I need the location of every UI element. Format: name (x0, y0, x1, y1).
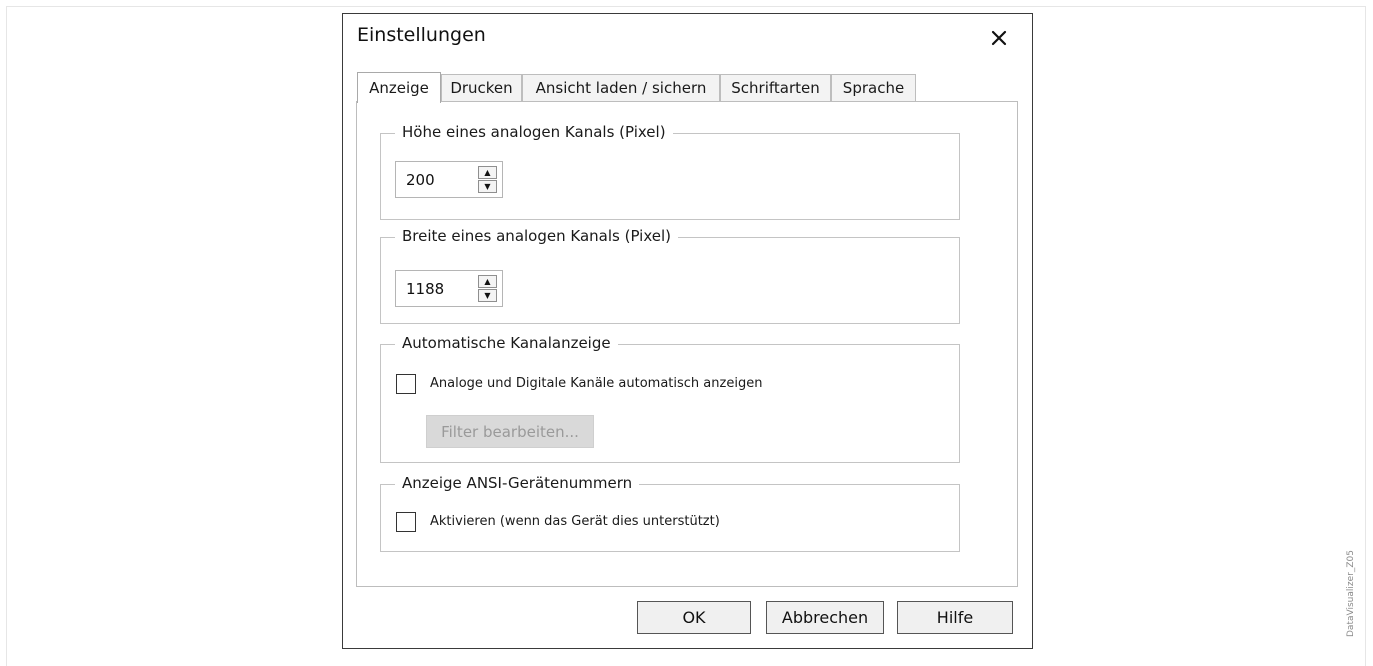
group-channel-width: Breite eines analogen Kanals (Pixel) 118… (380, 227, 960, 324)
dialog-title: Einstellungen (357, 24, 486, 46)
spin-down-button[interactable]: ▼ (478, 180, 497, 193)
tab-schriftarten[interactable]: Schriftarten (720, 74, 831, 101)
close-button[interactable] (985, 24, 1013, 52)
auto-display-checkbox[interactable] (396, 374, 416, 394)
tab-ansicht-laden-sichern[interactable]: Ansicht laden / sichern (522, 74, 720, 101)
group-legend: Breite eines analogen Kanals (Pixel) (395, 227, 678, 245)
spin-up-button[interactable]: ▲ (478, 166, 497, 179)
group-legend: Automatische Kanalanzeige (395, 334, 618, 352)
ansi-enable-label[interactable]: Aktivieren (wenn das Gerät dies unterstü… (430, 514, 720, 529)
triangle-down-icon: ▼ (484, 181, 491, 191)
ansi-enable-checkbox[interactable] (396, 512, 416, 532)
tab-anzeige[interactable]: Anzeige (357, 72, 441, 103)
triangle-up-icon: ▲ (484, 167, 491, 177)
ok-button[interactable]: OK (637, 601, 751, 634)
tab-sprache[interactable]: Sprache (831, 74, 916, 101)
spin-down-button[interactable]: ▼ (478, 289, 497, 302)
triangle-down-icon: ▼ (484, 290, 491, 300)
width-value[interactable]: 1188 (406, 280, 444, 298)
tab-panel-anzeige: Höhe eines analogen Kanals (Pixel) 200 ▲… (356, 101, 1018, 587)
help-button[interactable]: Hilfe (897, 601, 1013, 634)
group-channel-height: Höhe eines analogen Kanals (Pixel) 200 ▲… (380, 123, 960, 220)
group-legend: Höhe eines analogen Kanals (Pixel) (395, 123, 673, 141)
height-value[interactable]: 200 (406, 171, 435, 189)
spin-up-button[interactable]: ▲ (478, 275, 497, 288)
cancel-button[interactable]: Abbrechen (766, 601, 884, 634)
figure-caption: DataVisualizer_Z05 (1346, 550, 1356, 637)
group-ansi-device-numbers: Anzeige ANSI-Gerätenummern Aktivieren (w… (380, 474, 960, 552)
tab-drucken[interactable]: Drucken (441, 74, 522, 101)
edit-filter-button[interactable]: Filter bearbeiten... (426, 415, 594, 448)
auto-display-label[interactable]: Analoge und Digitale Kanäle automatisch … (430, 376, 762, 391)
height-spinbox[interactable]: 200 ▲ ▼ (395, 161, 503, 198)
close-icon (991, 30, 1007, 46)
settings-dialog: Einstellungen Anzeige Drucken Ansicht la… (342, 13, 1033, 649)
group-legend: Anzeige ANSI-Gerätenummern (395, 474, 640, 492)
group-auto-channel-display: Automatische Kanalanzeige Analoge und Di… (380, 334, 960, 463)
width-spinbox[interactable]: 1188 ▲ ▼ (395, 270, 503, 307)
triangle-up-icon: ▲ (484, 276, 491, 286)
